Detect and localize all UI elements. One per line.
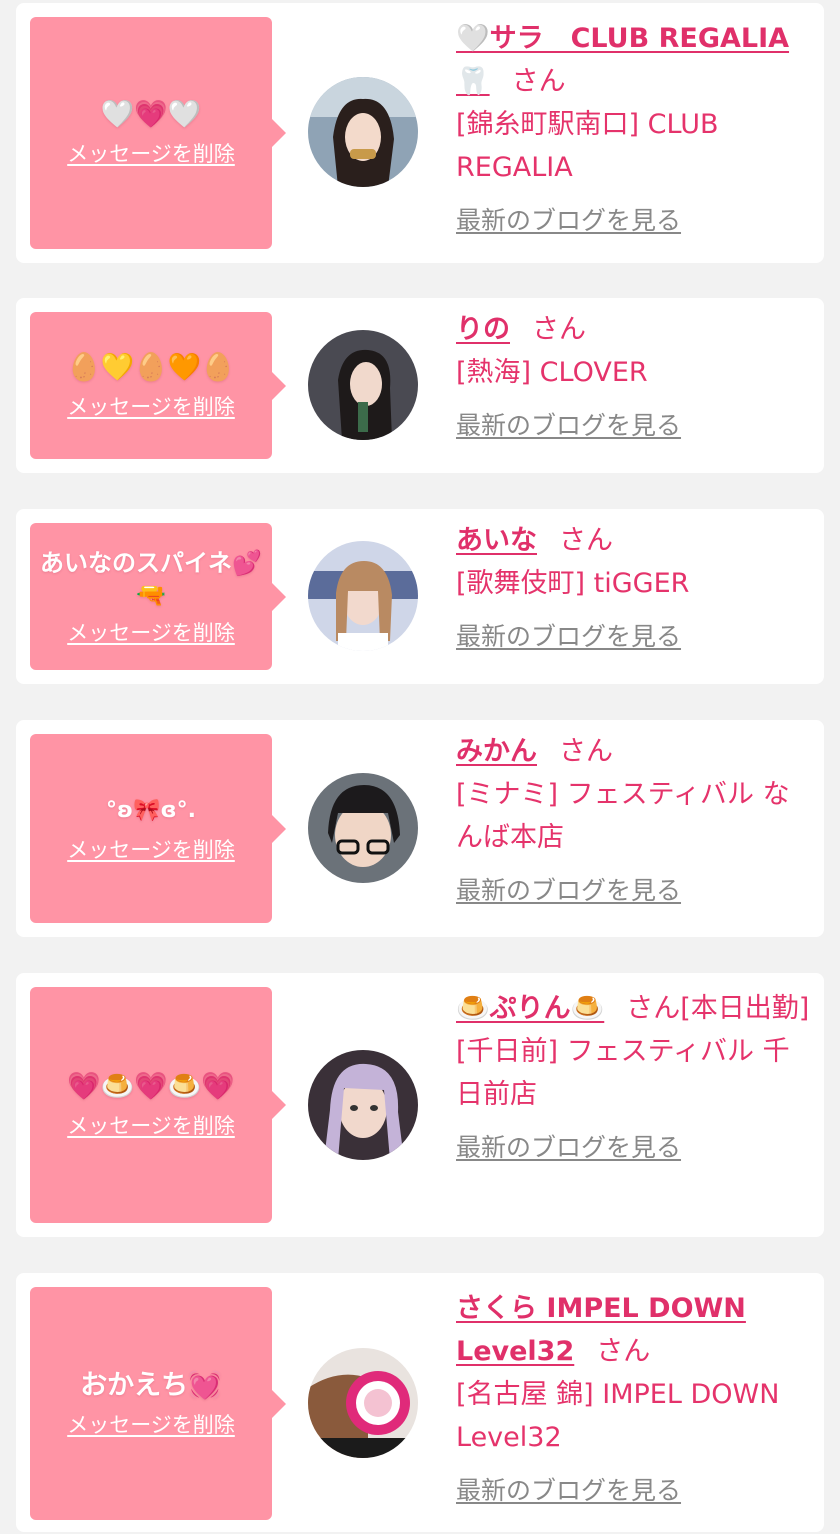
delete-message-link[interactable]: メッセージを削除: [67, 138, 235, 168]
message-bubble: 💗🍮💗🍮💗 メッセージを削除: [30, 987, 286, 1223]
message-card: °ʚ🎀ɞ°. メッセージを削除 みかん さん [ミナミ] フェスティバル なんば本…: [16, 720, 824, 937]
working-today-label: [本日出勤]: [680, 993, 810, 1024]
message-text: °ʚ🎀ɞ°.: [106, 797, 196, 823]
latest-blog-link[interactable]: 最新のブログを見る: [456, 1126, 681, 1169]
message-card: あいなのスパイネ💕🔫 メッセージを削除 あいな さん [歌舞伎町] tiGGER …: [16, 509, 824, 684]
delete-message-link[interactable]: メッセージを削除: [67, 834, 235, 864]
latest-blog-link[interactable]: 最新のブログを見る: [456, 615, 681, 658]
avatar[interactable]: [308, 773, 418, 883]
message-text: 💗🍮💗🍮💗: [66, 1071, 236, 1102]
shop-label: [歌舞伎町] tiGGER: [456, 568, 690, 599]
avatar[interactable]: [308, 541, 418, 651]
shop-label: [千日前] フェスティバル 千日前店: [456, 1036, 790, 1110]
avatar[interactable]: [308, 1348, 418, 1458]
avatar[interactable]: [308, 330, 418, 440]
girl-info: さくら IMPEL DOWN Level32 さん [名古屋 錦] IMPEL D…: [456, 1287, 812, 1512]
shop-label: [熱海] CLOVER: [456, 357, 648, 388]
honorific-label: さん: [559, 736, 613, 767]
delete-message-link[interactable]: メッセージを削除: [67, 617, 235, 647]
shop-label: [錦糸町駅南口] CLUB REGALIA: [456, 109, 719, 183]
honorific-label: さん: [532, 314, 586, 345]
girl-info: あいな さん [歌舞伎町] tiGGER 最新のブログを見る: [456, 519, 812, 658]
message-card: おかえち💓 メッセージを削除 さくら IMPEL DOWN Level32 さん …: [16, 1273, 824, 1532]
message-bubble: あいなのスパイネ💕🔫 メッセージを削除: [30, 523, 286, 670]
delete-message-link[interactable]: メッセージを削除: [67, 1110, 235, 1140]
girl-name-link[interactable]: 🤍サラ CLUB REGALIA🦷: [456, 23, 789, 97]
honorific-label: さん: [626, 993, 681, 1024]
message-bubble: °ʚ🎀ɞ°. メッセージを削除: [30, 734, 286, 923]
message-text: 🥚💛🥚🧡🥚: [66, 351, 236, 383]
message-card: 🤍💗🤍 メッセージを削除 🤍サラ CLUB REGALIA🦷 さん [錦糸町駅南口…: [16, 3, 824, 263]
avatar[interactable]: [308, 77, 418, 187]
message-bubble: 🤍💗🤍 メッセージを削除: [30, 17, 286, 249]
latest-blog-link[interactable]: 最新のブログを見る: [456, 199, 681, 242]
latest-blog-link[interactable]: 最新のブログを見る: [456, 404, 681, 447]
girl-name-link[interactable]: みかん: [456, 736, 537, 767]
message-text: おかえち💓: [80, 1369, 222, 1401]
message-card: 🥚💛🥚🧡🥚 メッセージを削除 りの さん [熱海] CLOVER 最新のブログを見…: [16, 298, 824, 473]
message-text: 🤍💗🤍: [100, 99, 202, 130]
shop-label: [名古屋 錦] IMPEL DOWN Level32: [456, 1379, 780, 1453]
latest-blog-link[interactable]: 最新のブログを見る: [456, 869, 681, 912]
honorific-label: さん: [511, 66, 566, 97]
honorific-label: さん: [596, 1336, 651, 1367]
message-bubble: おかえち💓 メッセージを削除: [30, 1287, 286, 1520]
girl-name-link[interactable]: あいな: [456, 525, 537, 556]
girl-info: 🍮ぷりん🍮 さん[本日出勤] [千日前] フェスティバル 千日前店 最新のブログを…: [456, 987, 812, 1169]
girl-info: 🤍サラ CLUB REGALIA🦷 さん [錦糸町駅南口] CLUB REGALI…: [456, 17, 812, 242]
message-bubble: 🥚💛🥚🧡🥚 メッセージを削除: [30, 312, 286, 459]
honorific-label: さん: [559, 525, 613, 556]
latest-blog-link[interactable]: 最新のブログを見る: [456, 1469, 681, 1512]
girl-info: りの さん [熱海] CLOVER 最新のブログを見る: [456, 308, 812, 447]
avatar[interactable]: [308, 1050, 418, 1160]
delete-message-link[interactable]: メッセージを削除: [67, 1409, 235, 1439]
shop-label: [ミナミ] フェスティバル なんば本店: [456, 779, 790, 853]
message-text: あいなのスパイネ💕🔫: [40, 548, 262, 609]
delete-message-link[interactable]: メッセージを削除: [67, 391, 235, 421]
girl-name-link[interactable]: りの: [456, 314, 510, 345]
girl-info: みかん さん [ミナミ] フェスティバル なんば本店 最新のブログを見る: [456, 730, 812, 912]
message-card: 💗🍮💗🍮💗 メッセージを削除 🍮ぷりん🍮 さん[本日出勤] [千日前] フェスティ…: [16, 973, 824, 1237]
girl-name-link[interactable]: 🍮ぷりん🍮: [456, 993, 604, 1024]
